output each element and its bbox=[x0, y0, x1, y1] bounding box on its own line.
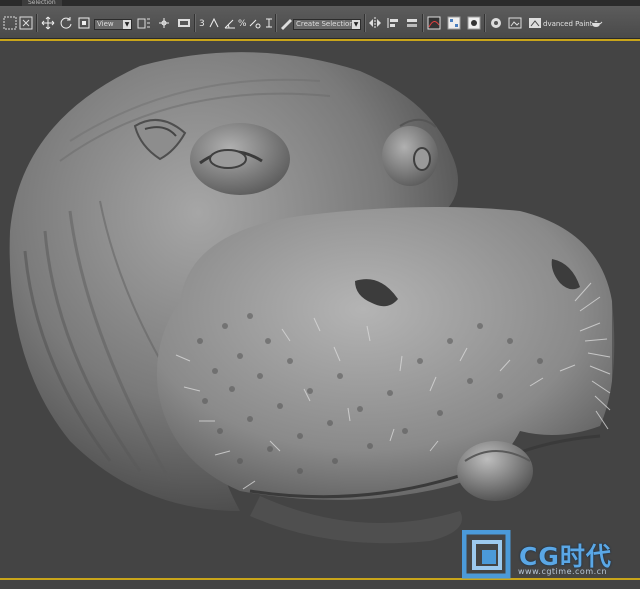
chevron-down-icon: ▼ bbox=[123, 20, 131, 29]
chevron-down-icon: ▼ bbox=[352, 20, 360, 29]
toolbar-separator bbox=[36, 14, 38, 32]
percent-snap-label[interactable]: % bbox=[238, 19, 247, 29]
perspective-viewport[interactable] bbox=[0, 39, 640, 589]
watermark: CG时代 www.cgtime.com.cn bbox=[462, 528, 640, 584]
toolbar-separator bbox=[364, 14, 366, 32]
reference-coordinate-value: View bbox=[97, 20, 114, 28]
render-setup-icon[interactable] bbox=[488, 15, 504, 31]
select-scale-icon[interactable] bbox=[76, 15, 92, 31]
toolbar-separator bbox=[275, 14, 277, 32]
toolbar-separator bbox=[194, 14, 196, 32]
edit-named-selection-icon[interactable] bbox=[278, 15, 294, 31]
advanced-paint-icon[interactable] bbox=[527, 15, 543, 31]
toolbar-separator bbox=[484, 14, 486, 32]
keyboard-shortcut-icon[interactable] bbox=[176, 15, 192, 31]
reference-coordinate-dropdown[interactable]: View ▼ bbox=[94, 19, 132, 30]
select-manipulate-icon[interactable] bbox=[156, 15, 172, 31]
toolbar-separator bbox=[422, 14, 424, 32]
mirror-icon[interactable] bbox=[367, 15, 383, 31]
main-toolbar: View ▼ 3 % Create Selection Se ▼ dvanced… bbox=[0, 6, 640, 39]
named-selection-set-dropdown[interactable]: Create Selection Se ▼ bbox=[293, 19, 361, 30]
schematic-view-icon[interactable] bbox=[446, 15, 462, 31]
select-move-icon[interactable] bbox=[40, 15, 56, 31]
material-editor-icon[interactable] bbox=[466, 15, 482, 31]
advanced-paint-label[interactable]: dvanced Paint bbox=[543, 20, 592, 28]
curve-editor-icon[interactable] bbox=[426, 15, 442, 31]
snaps-toggle-icon[interactable] bbox=[206, 15, 222, 31]
select-region-icon[interactable] bbox=[18, 15, 34, 31]
layer-manager-icon[interactable] bbox=[404, 15, 420, 31]
rendered-frame-window-icon[interactable] bbox=[507, 15, 523, 31]
angle-snap-icon[interactable] bbox=[222, 15, 238, 31]
snap-toggle-label[interactable]: 3 bbox=[199, 19, 205, 29]
select-rotate-icon[interactable] bbox=[58, 15, 74, 31]
app-window: Selection View ▼ 3 % Create Selection Se… bbox=[0, 0, 640, 589]
use-pivot-center-icon[interactable] bbox=[136, 15, 152, 31]
teapot-render-icon[interactable] bbox=[588, 15, 604, 31]
hippo-head-render bbox=[9, 41, 640, 587]
align-icon[interactable] bbox=[385, 15, 401, 31]
watermark-logo-icon bbox=[462, 530, 511, 579]
watermark-url: www.cgtime.com.cn bbox=[518, 567, 608, 576]
select-object-icon[interactable] bbox=[2, 15, 18, 31]
